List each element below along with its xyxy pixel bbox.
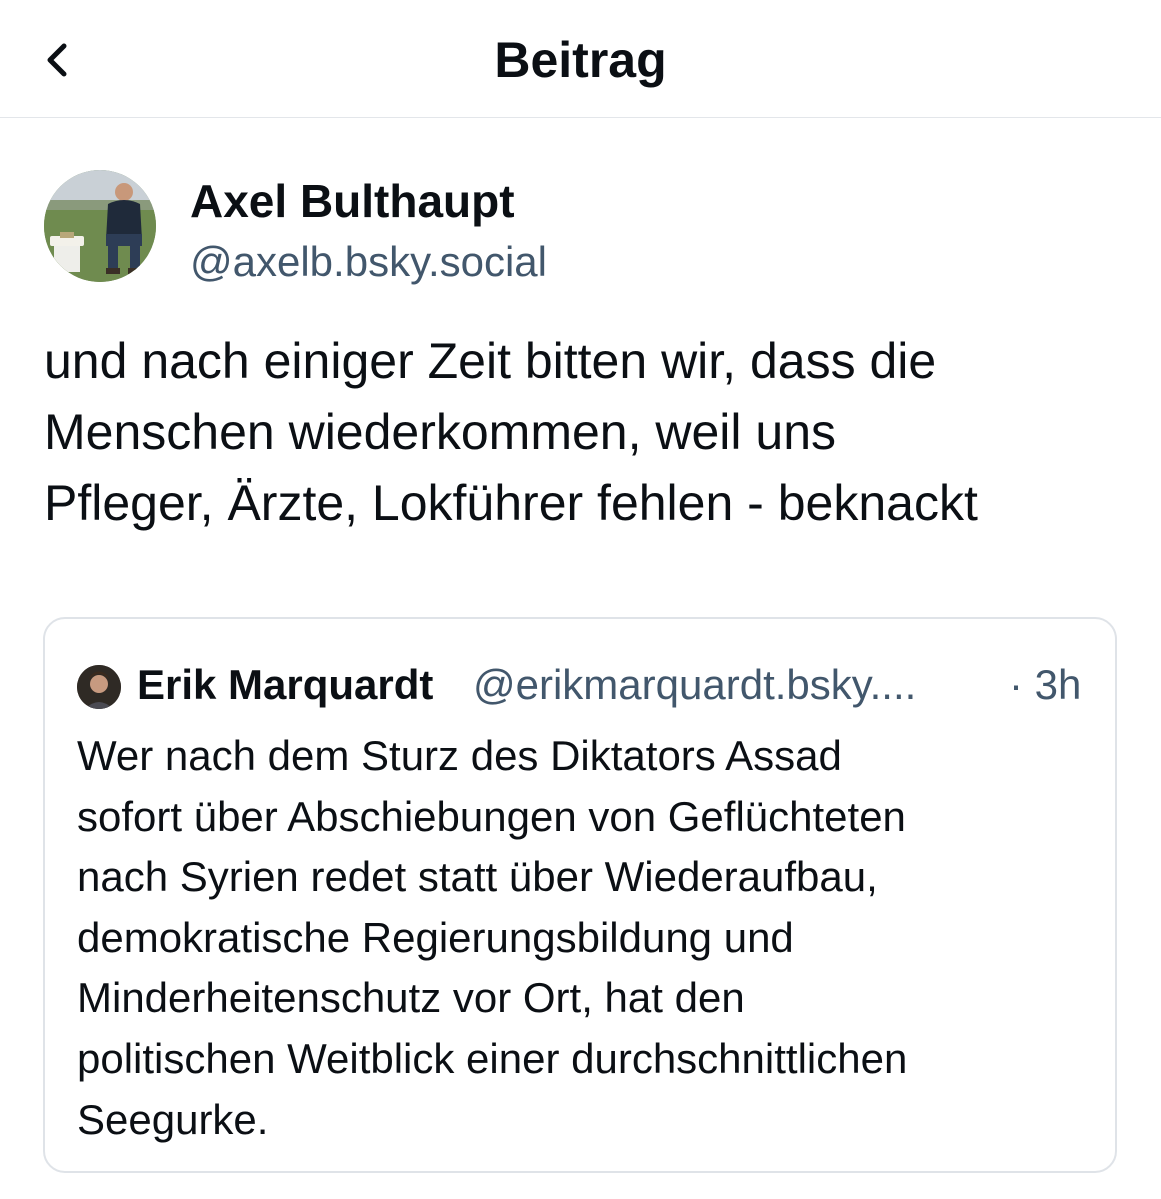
quoted-text-line: Seegurke. <box>77 1095 269 1143</box>
quoted-post-body: Wer nach dem Sturz des Diktators Assad s… <box>77 726 1087 1150</box>
author-avatar[interactable] <box>44 170 156 282</box>
quoted-author-avatar[interactable] <box>77 665 121 709</box>
quoted-post-time: · 3h <box>1009 661 1082 708</box>
quoted-text-line: nach Syrien redet statt über Wiederaufba… <box>77 853 878 901</box>
top-bar: Beitrag <box>0 0 1161 118</box>
quoted-text-line: sofort über Abschiebungen von Geflüchtet… <box>77 792 906 840</box>
avatar-photo <box>77 665 121 709</box>
quoted-text-line: Wer nach dem Sturz des Diktators Assad <box>77 732 842 779</box>
quoted-text-line: demokratische Regierungsbildung und <box>77 913 794 961</box>
post-text-line: Pfleger, Ärzte, Lokführer fehlen - bekna… <box>44 475 978 531</box>
avatar-photo <box>44 170 156 282</box>
quoted-post[interactable]: Erik Marquardt @erikmarquardt.bsky.... ·… <box>43 617 1117 1173</box>
quoted-text-line: Minderheitenschutz vor Ort, hat den <box>77 974 745 1022</box>
author-handle[interactable]: @axelb.bsky.social <box>190 236 547 288</box>
post-text-line: und nach einiger Zeit bitten wir, dass d… <box>44 333 937 389</box>
page-title: Beitrag <box>494 32 667 88</box>
author-name[interactable]: Axel Bulthaupt <box>190 173 515 229</box>
quoted-text-line: politischen Weitblick einer durchschnitt… <box>77 1034 908 1082</box>
post-text-line: Menschen wiederkommen, weil uns <box>44 404 837 460</box>
post-body: und nach einiger Zeit bitten wir, dass d… <box>44 326 1134 539</box>
quoted-author-name[interactable]: Erik Marquardt <box>137 657 433 713</box>
quoted-author-handle[interactable]: @erikmarquardt.bsky.... <box>473 657 916 713</box>
